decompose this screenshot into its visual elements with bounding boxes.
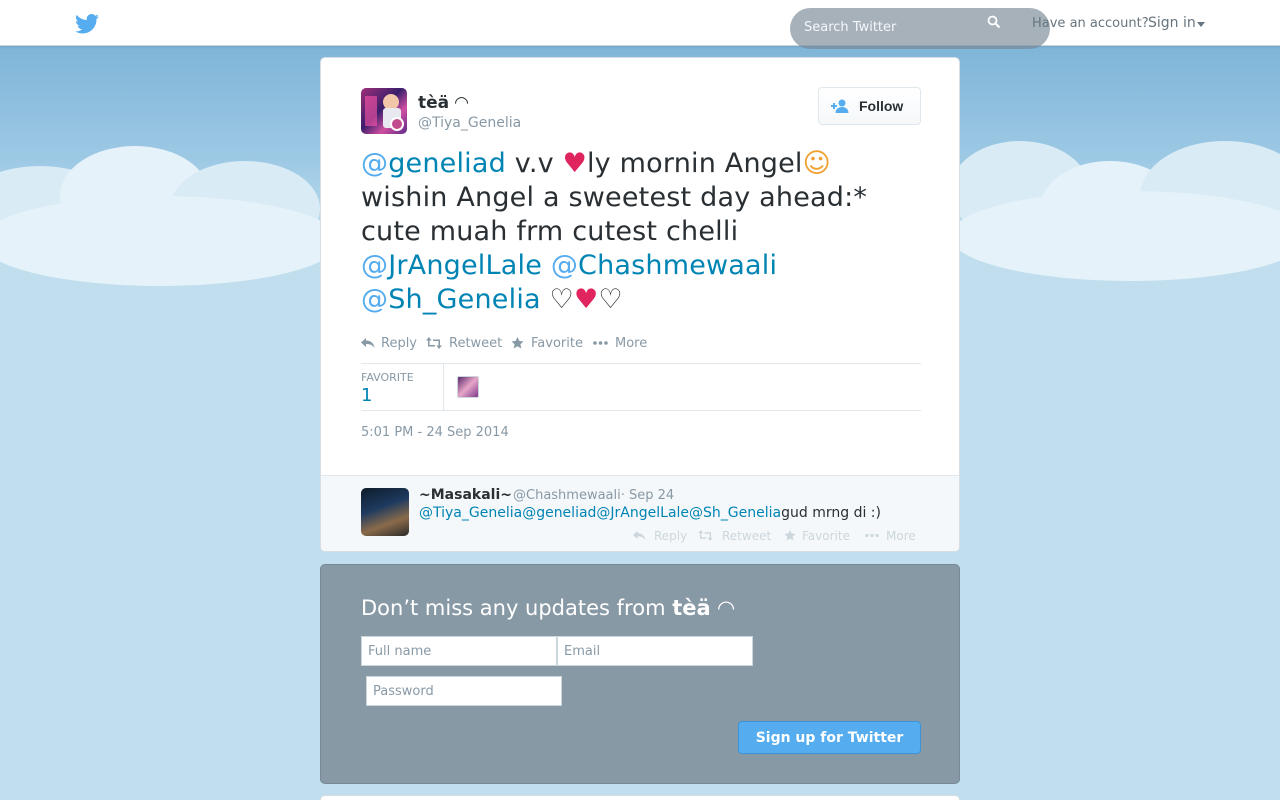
more-dots-icon [865, 533, 879, 538]
sign-up-button[interactable]: Sign up for Twitter [738, 721, 921, 754]
avatar[interactable] [361, 88, 407, 134]
have-account-label: Have an account? [1032, 16, 1149, 31]
favorites-count[interactable]: 1 [361, 385, 372, 406]
mention-link[interactable]: @Tiya_Genelia [419, 505, 522, 521]
reply-icon [633, 530, 646, 541]
chevron-down-icon[interactable] [1197, 22, 1205, 27]
full-name-field[interactable] [361, 636, 557, 666]
mention-link[interactable]: @Sh_Genelia [689, 505, 781, 521]
follow-button[interactable]: Follow [818, 87, 921, 125]
heart-emoji: ♥ [573, 284, 599, 315]
heart-emoji: ♥ [562, 148, 587, 179]
email-field[interactable] [557, 636, 753, 666]
reply-text: @Tiya_Genelia@geneliad@JrAngelLale@Sh_Ge… [419, 505, 881, 521]
follow-user-icon [831, 99, 849, 113]
mention-link[interactable]: @geneliad [361, 148, 506, 179]
tweet-card: tèä ◠ @Tiya_Genelia Follow @geneliad v.v… [320, 57, 960, 552]
mention-link[interactable]: @Sh_Genelia [361, 284, 541, 315]
favoriter-avatar[interactable] [457, 376, 479, 398]
follow-label: Follow [859, 98, 904, 114]
star-icon [784, 530, 796, 541]
reply-tweet[interactable]: ~Masakali~ @Chashmewaali· Sep 24 @Tiya_G… [321, 475, 959, 551]
password-field[interactable] [366, 676, 562, 706]
reply-icon [361, 338, 375, 348]
signup-module: Don’t miss any updates from tèä ◠ Sign u… [320, 564, 960, 784]
blush-emoji: ☺ [802, 148, 831, 179]
signup-title: Don’t miss any updates from tèä ◠ [361, 596, 735, 620]
tweet-text: @geneliad v.v ♥ly mornin Angel☺ wishin A… [361, 148, 868, 315]
retweet-icon [698, 530, 713, 541]
tweet-stats: FAVORITE 1 [361, 363, 921, 411]
more-dots-icon [593, 341, 608, 345]
avatar[interactable] [361, 488, 409, 536]
next-card [320, 795, 960, 800]
mention-link[interactable]: @Chashmewaali [551, 250, 777, 281]
star-icon [511, 337, 524, 349]
search-icon[interactable] [987, 15, 1001, 29]
tweet-timestamp[interactable]: 5:01 PM - 24 Sep 2014 [361, 425, 509, 440]
stats-divider [443, 364, 444, 410]
search-placeholder[interactable]: Search Twitter [804, 20, 896, 35]
mention-link[interactable]: @JrAngelLale [361, 250, 542, 281]
top-navigation-bar: Search Twitter Have an account? Sign in [0, 0, 1280, 49]
retweet-icon [426, 337, 442, 349]
sign-in-link[interactable]: Sign in [1148, 15, 1196, 31]
favorites-label: FAVORITE [361, 371, 414, 384]
reply-username-date[interactable]: @Chashmewaali· Sep 24 [513, 488, 674, 503]
username[interactable]: @Tiya_Genelia [418, 115, 521, 131]
mention-link[interactable]: @JrAngelLale [596, 505, 689, 521]
twitter-bird-icon[interactable] [75, 14, 99, 34]
display-name[interactable]: tèä ◠ [418, 93, 468, 113]
reply-display-name[interactable]: ~Masakali~ [419, 487, 512, 503]
mention-link[interactable]: @geneliad [522, 505, 596, 521]
